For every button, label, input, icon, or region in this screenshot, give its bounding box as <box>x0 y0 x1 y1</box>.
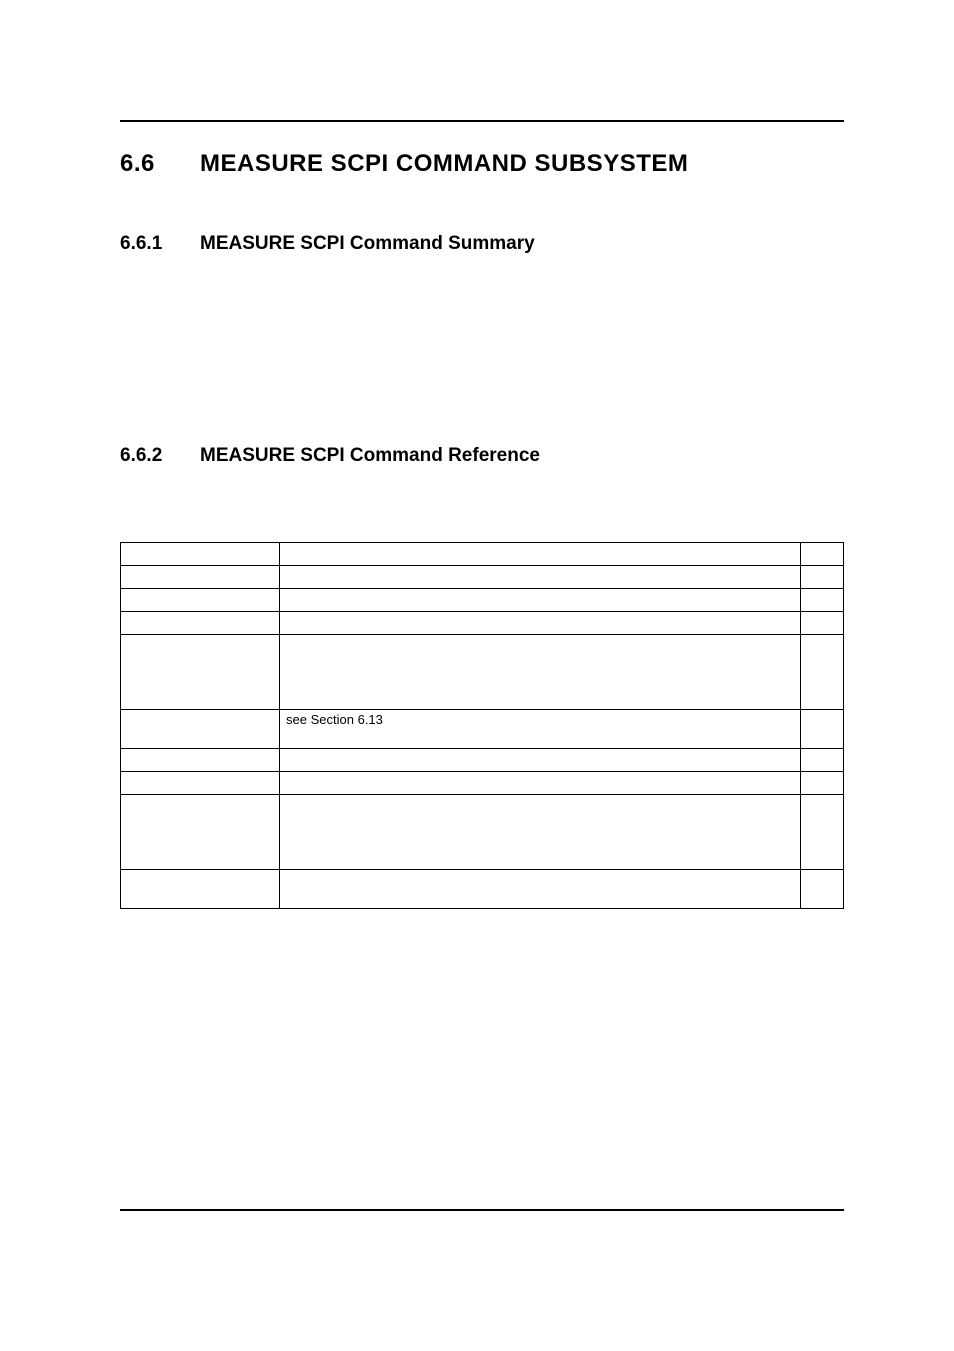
table-cell <box>121 795 280 870</box>
top-horizontal-rule <box>120 120 844 122</box>
table-cell <box>800 795 843 870</box>
table-cell <box>280 589 801 612</box>
table-cell <box>121 543 280 566</box>
table-row <box>121 612 844 635</box>
subheading-number: 6.6.2 <box>120 445 200 467</box>
table-cell <box>280 612 801 635</box>
table-cell <box>280 543 801 566</box>
table-cell <box>280 795 801 870</box>
table-row: see Section 6.13 <box>121 710 844 749</box>
table-row <box>121 749 844 772</box>
table-row <box>121 543 844 566</box>
subheading-title: MEASURE SCPI Command Reference <box>200 445 540 467</box>
subheading-number: 6.6.1 <box>120 233 200 255</box>
table-row <box>121 795 844 870</box>
document-page: 6.6 MEASURE SCPI COMMAND SUBSYSTEM 6.6.1… <box>0 0 954 1351</box>
table-cell <box>280 870 801 909</box>
table-cell <box>800 612 843 635</box>
reference-table: see Section 6.13 <box>120 542 844 909</box>
table-cell <box>800 772 843 795</box>
section-heading-1: 6.6 MEASURE SCPI COMMAND SUBSYSTEM <box>120 150 844 178</box>
table-cell <box>800 589 843 612</box>
table-cell <box>121 589 280 612</box>
table-cell <box>800 635 843 710</box>
table-row <box>121 589 844 612</box>
table-row <box>121 635 844 710</box>
table-cell <box>121 635 280 710</box>
table-cell <box>121 772 280 795</box>
heading-title: MEASURE SCPI COMMAND SUBSYSTEM <box>200 150 688 178</box>
table-cell: see Section 6.13 <box>280 710 801 749</box>
table-cell <box>280 566 801 589</box>
table-cell <box>121 749 280 772</box>
table-cell <box>121 870 280 909</box>
table-cell <box>280 772 801 795</box>
table-cell <box>800 543 843 566</box>
table-cell <box>280 635 801 710</box>
subheading-title: MEASURE SCPI Command Summary <box>200 233 535 255</box>
table-cell <box>800 710 843 749</box>
table-cell <box>800 749 843 772</box>
table-cell <box>800 870 843 909</box>
table-row <box>121 566 844 589</box>
table-cell <box>280 749 801 772</box>
table-row <box>121 870 844 909</box>
section-heading-2: 6.6.1 MEASURE SCPI Command Summary <box>120 233 844 255</box>
table-cell <box>800 566 843 589</box>
table-cell <box>121 566 280 589</box>
table-cell <box>121 710 280 749</box>
section-heading-2: 6.6.2 MEASURE SCPI Command Reference <box>120 445 844 467</box>
heading-number: 6.6 <box>120 150 200 178</box>
table-cell <box>121 612 280 635</box>
bottom-horizontal-rule <box>120 1209 844 1211</box>
table-row <box>121 772 844 795</box>
